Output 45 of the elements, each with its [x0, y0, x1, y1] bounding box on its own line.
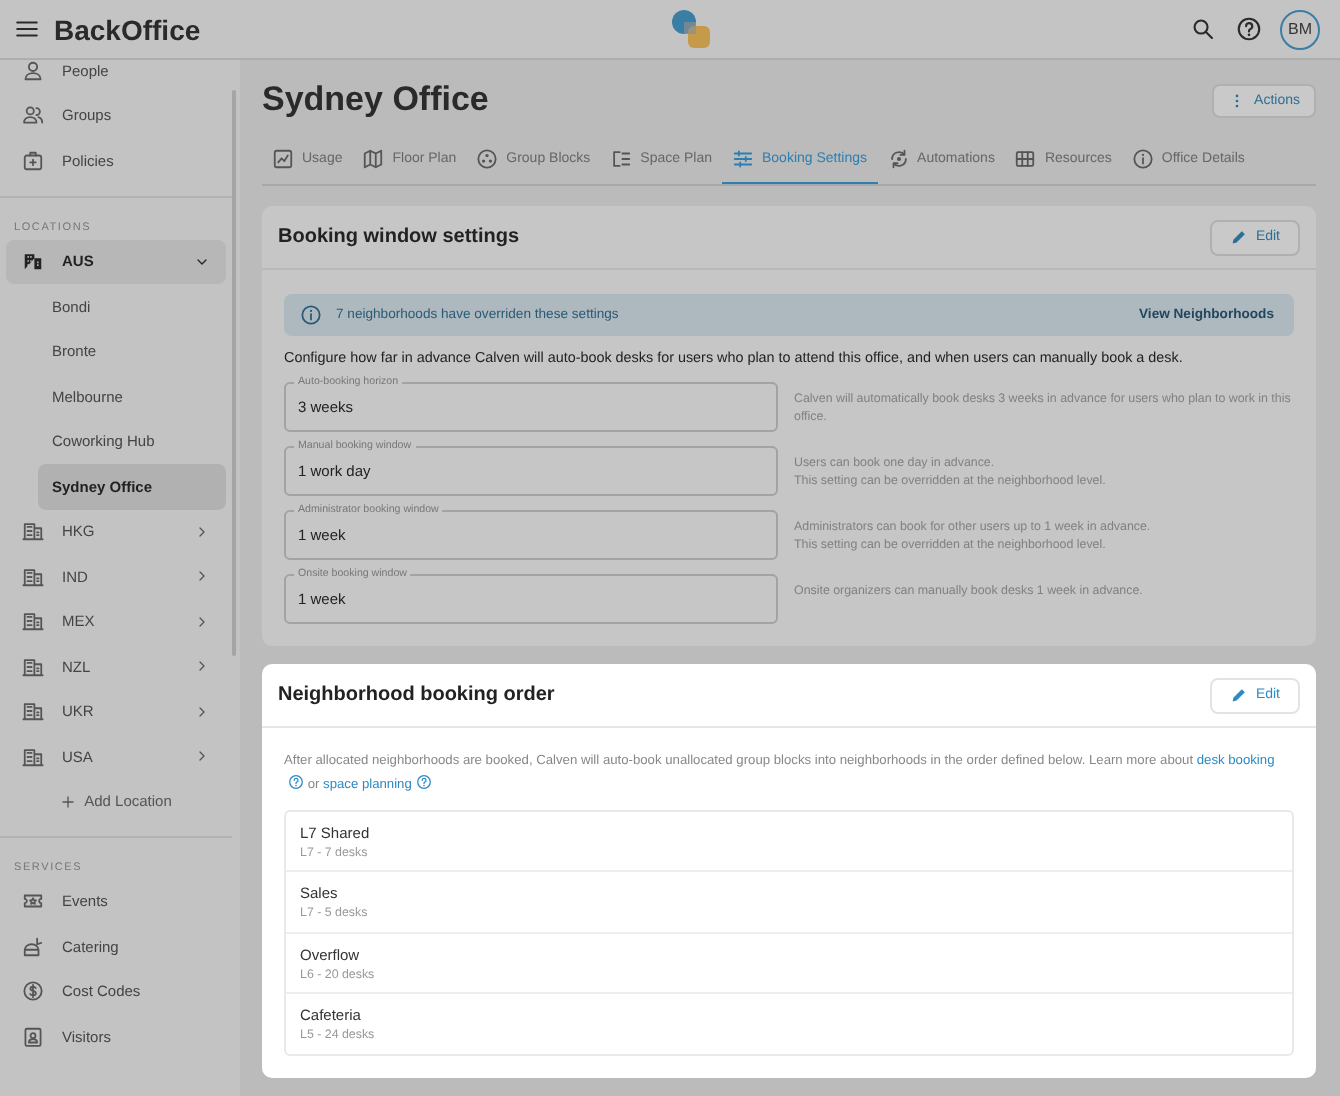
pencil-icon: [1229, 686, 1248, 705]
sliders-icon: [731, 148, 754, 170]
building-icon: [22, 520, 44, 543]
id-badge-icon: [22, 1025, 44, 1048]
building-icon: [22, 565, 44, 588]
building-icon: [22, 250, 44, 273]
card-title: Booking window settings: [278, 226, 520, 248]
dollar-icon: [22, 980, 44, 1003]
plus-icon: [60, 793, 77, 809]
people-icon: [22, 104, 44, 127]
search-button[interactable]: [1188, 14, 1218, 44]
chevron-right-icon: [194, 523, 210, 540]
chevron-right-icon: [194, 703, 210, 720]
food-icon: [22, 935, 44, 958]
help-icon: [1236, 16, 1262, 42]
group-icon: [476, 148, 499, 170]
building-icon: [22, 745, 44, 768]
refresh-icon: [887, 148, 910, 170]
chevron-right-icon: [194, 613, 210, 630]
help-icon: [288, 773, 304, 790]
person-icon: [22, 60, 44, 82]
page-title: Sydney Office: [262, 80, 489, 120]
chevron-right-icon: [194, 658, 210, 675]
clipboard-icon: [22, 149, 44, 172]
info-icon: [1131, 148, 1154, 170]
app-title: BackOffice: [54, 13, 201, 45]
grid-icon: [1014, 148, 1037, 170]
chevron-right-icon: [194, 568, 210, 585]
chevron-right-icon: [194, 748, 210, 765]
menu-icon: [14, 16, 40, 42]
logo-icon: [668, 6, 716, 54]
building-icon: [22, 700, 44, 723]
search-icon: [1190, 16, 1216, 42]
list-icon: [610, 148, 633, 170]
info-icon: [300, 304, 322, 326]
ticket-icon: [22, 890, 44, 913]
help-button[interactable]: [1234, 14, 1264, 44]
pencil-icon: [1229, 228, 1248, 246]
building-icon: [22, 655, 44, 678]
building-icon: [22, 610, 44, 633]
map-icon: [362, 148, 385, 170]
help-icon: [415, 773, 432, 790]
chart-icon: [272, 148, 294, 170]
card-title: Neighborhood booking order: [278, 684, 555, 707]
avatar-button[interactable]: BM: [1280, 9, 1320, 49]
